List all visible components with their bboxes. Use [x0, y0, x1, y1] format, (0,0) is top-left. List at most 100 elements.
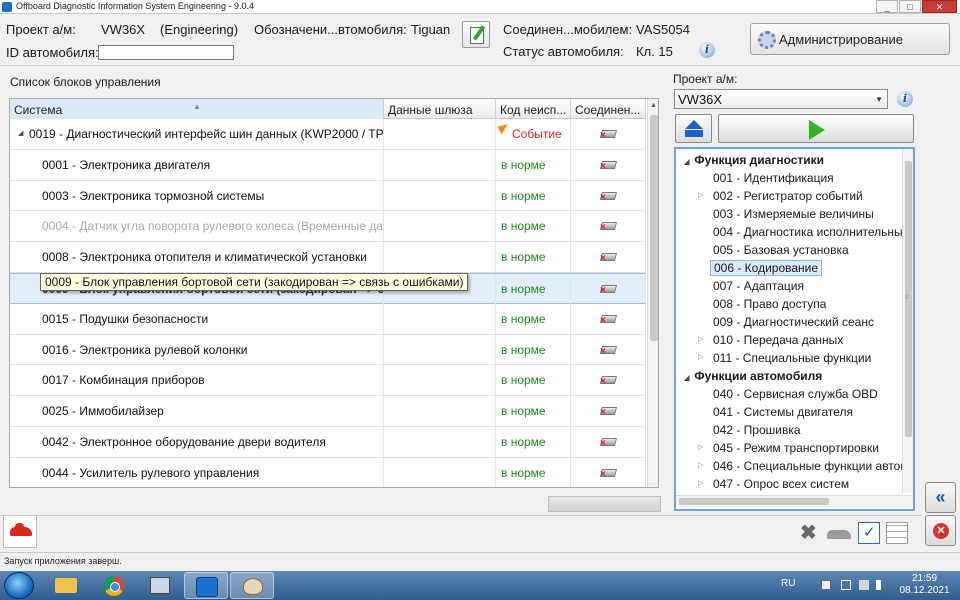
tree-item[interactable]: ▷ 045 - Режим транспортировки	[698, 439, 879, 457]
system-cell: 0015 - Подушки безопасности	[10, 303, 384, 334]
gateway-cell	[384, 180, 496, 211]
tree-item-selected[interactable]: 006 - Кодирование	[699, 259, 823, 277]
tree-item[interactable]: 003 - Измеряемые величины	[699, 205, 874, 223]
gateway-cell	[384, 149, 496, 180]
table-scrollbar[interactable]: ▲	[647, 99, 658, 487]
expand-icon[interactable]: ▷	[698, 331, 703, 349]
tree-item[interactable]: 042 - Прошивка	[699, 421, 801, 439]
expand-icon[interactable]: ▷	[698, 187, 703, 205]
table-row[interactable]: ◢ 0019 - Диагностический интерфейс шин да…	[10, 119, 646, 150]
project-info-icon[interactable]: i	[897, 91, 913, 107]
status-label: Статус автомобиля:	[503, 44, 624, 59]
close-window-button[interactable]: ✕	[922, 0, 957, 13]
system-cell: 0025 - Иммобилайзер	[10, 396, 384, 427]
project-select[interactable]: VW36X ▼	[674, 89, 888, 109]
edit-vehicle-button[interactable]	[462, 21, 490, 48]
administration-button[interactable]: Администрирование	[750, 23, 950, 55]
system-cell: ◢ 0019 - Диагностический интерфейс шин да…	[10, 119, 384, 149]
up-arrow-icon	[685, 120, 703, 129]
explorer-icon[interactable]	[44, 572, 88, 599]
vehicle-tool-icon[interactable]	[827, 522, 851, 544]
expand-icon[interactable]: ▷	[698, 349, 703, 367]
scroll-thumb[interactable]	[650, 115, 658, 341]
tree-item[interactable]: ▷ 011 - Специальные функции	[698, 349, 871, 367]
connection-error-icon: ×	[599, 467, 618, 480]
expand-icon[interactable]: ▷	[698, 475, 703, 493]
grid-icon[interactable]	[886, 522, 908, 544]
table-row[interactable]: 0044 - Усилитель рулевого управления в но…	[10, 457, 646, 487]
expand-icon[interactable]: ▷	[698, 439, 703, 457]
vehicle-tab[interactable]	[3, 516, 37, 548]
table-row[interactable]: 0016 - Электроника рулевой колонки в норм…	[10, 334, 646, 366]
table-row[interactable]: 0025 - Иммобилайзер в норме ×	[10, 396, 646, 427]
connection-error-icon: ×	[599, 283, 618, 296]
tree-item[interactable]: 008 - Право доступа	[699, 295, 826, 313]
tree-item[interactable]: ▷ 002 - Регистратор событий	[698, 187, 863, 205]
network-icon[interactable]	[859, 580, 869, 590]
tree-item[interactable]: 001 - Идентификация	[699, 169, 834, 187]
upload-button[interactable]	[675, 114, 712, 143]
tree-item[interactable]: 041 - Системы двигателя	[699, 403, 853, 421]
tree-category[interactable]: ◢ Функция диагностики	[684, 151, 824, 169]
play-icon	[809, 120, 825, 140]
expand-icon[interactable]: ▷	[698, 457, 703, 475]
tree-item[interactable]: 009 - Диагностический сеанс	[699, 313, 874, 331]
tree-item[interactable]: 007 - Адаптация	[699, 277, 804, 295]
connection-cell: ×	[571, 334, 646, 365]
minimize-button[interactable]: _	[876, 0, 898, 13]
tree-item[interactable]: 005 - Базовая установка	[699, 241, 849, 259]
maximize-button[interactable]: □	[899, 0, 921, 13]
checklist-icon[interactable]: ✓	[858, 522, 880, 544]
connection-cell: ×	[571, 149, 646, 180]
column-gateway-data[interactable]: Данные шлюза	[384, 99, 496, 119]
fault-status-cell: Событие	[496, 119, 571, 149]
collapse-icon[interactable]: ◢	[18, 119, 23, 149]
tree-horizontal-scrollbar[interactable]	[676, 495, 913, 507]
volume-icon[interactable]	[876, 580, 881, 590]
table-row[interactable]: 0008 - Электроника отопителя и климатиче…	[10, 242, 646, 273]
tree-scrollbar[interactable]: ≡	[902, 149, 913, 493]
scroll-up-icon[interactable]: ▲	[650, 102, 657, 109]
table-row[interactable]: 0004 - Датчик угла поворота рулевого кол…	[10, 211, 646, 243]
paint-app-icon[interactable]	[230, 572, 274, 599]
horizontal-scrollbar[interactable]	[548, 496, 661, 512]
column-fault-code[interactable]: Код неисп...	[496, 99, 571, 119]
battery-icon[interactable]	[841, 580, 851, 590]
status-text: Запуск приложения заверш.	[4, 556, 122, 566]
collapse-icon[interactable]: ◢	[684, 159, 689, 166]
action-center-icon[interactable]	[821, 580, 831, 590]
tree-item[interactable]: ▷046 - Специальные функции автомобиля	[698, 457, 913, 475]
start-button-icon[interactable]	[4, 572, 34, 599]
window-title: Offboard Diagnostic Information System E…	[16, 1, 254, 11]
tools-icon[interactable]: ✖	[800, 522, 820, 544]
table-row[interactable]: 0017 - Комбинация приборов в норме ×	[10, 365, 646, 397]
vin-field[interactable]	[98, 45, 234, 60]
gear-icon	[758, 31, 776, 49]
system-cell: 0003 - Электроника тормозной системы	[10, 180, 384, 211]
table-row[interactable]: 0042 - Электронное оборудование двери во…	[10, 426, 646, 458]
connection-error-icon: ×	[599, 405, 618, 418]
chrome-icon[interactable]	[92, 572, 136, 599]
tree-category[interactable]: ◢ Функции автомобиля	[684, 367, 822, 385]
tree-item[interactable]: ▷ 047 - Опрос всех систем	[698, 475, 849, 493]
info-icon[interactable]: i	[699, 42, 715, 58]
collapse-icon[interactable]: ◢	[684, 375, 689, 382]
column-system[interactable]: Система ▲	[10, 99, 384, 119]
fault-status-cell: в норме	[496, 396, 571, 427]
table-row[interactable]: 0003 - Электроника тормозной системы в но…	[10, 180, 646, 212]
project-mode: (Engineering)	[160, 22, 239, 37]
table-row[interactable]: 0001 - Электроника двигателя в норме ×	[10, 149, 646, 181]
table-row[interactable]: 0015 - Подушки безопасности в норме ×	[10, 303, 646, 335]
connection-error-icon: ×	[599, 220, 618, 233]
clock[interactable]: 21:59 08.12.2021	[897, 573, 952, 597]
odis-app-icon[interactable]	[184, 572, 228, 599]
tree-item[interactable]: ▷ 010 - Передача данных	[698, 331, 843, 349]
exit-button[interactable]: ✕	[925, 515, 956, 546]
tree-item[interactable]: 040 - Сервисная служба OBD	[699, 385, 878, 403]
column-connection[interactable]: Соединен...	[571, 99, 646, 119]
language-indicator[interactable]: RU	[781, 578, 795, 589]
tree-item[interactable]: 004 - Диагностика исполнительных механиз…	[699, 223, 913, 241]
start-button[interactable]	[718, 114, 914, 143]
back-button[interactable]: «	[925, 482, 956, 513]
network-app-icon[interactable]	[138, 572, 182, 599]
